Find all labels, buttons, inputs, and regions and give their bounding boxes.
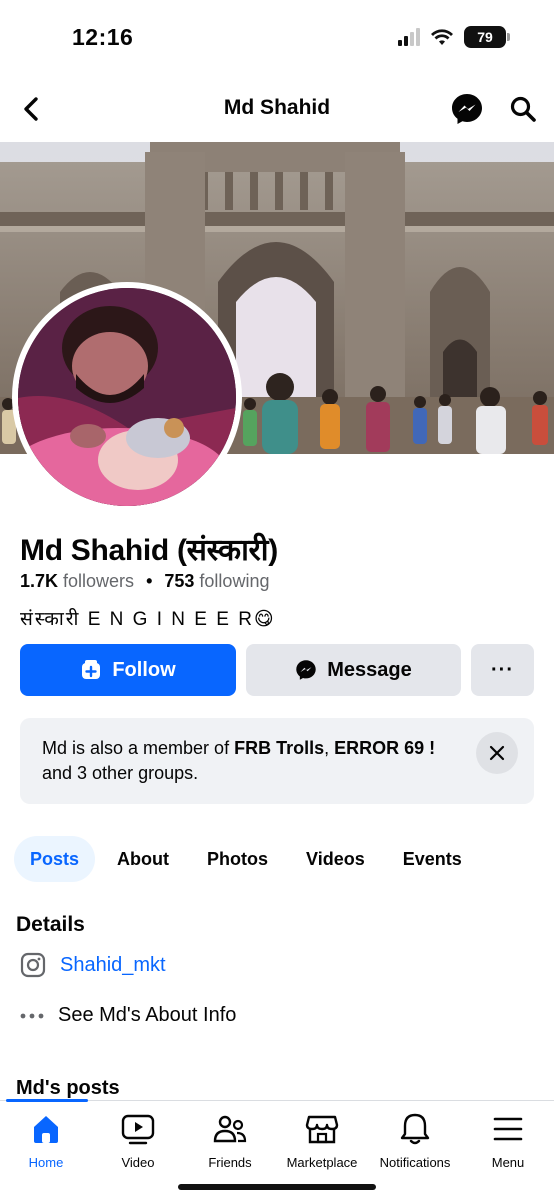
messenger-icon: [296, 660, 316, 680]
message-label: Message: [327, 658, 412, 681]
nav-friends-label: Friends: [208, 1155, 252, 1170]
tab-posts[interactable]: Posts: [14, 836, 96, 882]
friends-icon: [212, 1111, 248, 1147]
signal-icon: [398, 28, 420, 46]
group-link-frb-trolls[interactable]: FRB Trolls: [234, 738, 324, 758]
home-indicator: [178, 1184, 376, 1190]
instagram-row[interactable]: Shahid_mkt: [20, 952, 166, 978]
status-bar: 12:16 79: [0, 0, 554, 76]
follow-label: Follow: [112, 658, 176, 681]
search-button[interactable]: [506, 92, 540, 126]
nav-home-label: Home: [28, 1155, 64, 1170]
instagram-handle[interactable]: Shahid_mkt: [60, 954, 166, 977]
profile-name: Md Shahid (संस्कारी): [20, 534, 278, 567]
active-tab-indicator: [6, 1099, 88, 1102]
add-friend-icon: [82, 660, 101, 679]
groups-prefix: Md is also a member of: [42, 738, 235, 758]
bell-icon: [397, 1111, 433, 1147]
followers-label[interactable]: followers: [63, 571, 134, 592]
messenger-icon: [452, 94, 482, 124]
groups-sep: ,: [324, 738, 335, 758]
separator-dot: •: [146, 571, 153, 591]
wifi-icon: [431, 29, 453, 45]
nav-marketplace-label: Marketplace: [286, 1155, 358, 1170]
tab-events[interactable]: Events: [387, 836, 478, 882]
nav-menu-label: Menu: [491, 1155, 525, 1170]
marketplace-icon: [304, 1111, 340, 1147]
about-info-label: See Md's About Info: [58, 1004, 237, 1026]
more-dots-icon: ···: [491, 658, 514, 681]
status-time: 12:16: [72, 24, 134, 50]
video-icon: [120, 1111, 156, 1147]
nav-home[interactable]: Home: [0, 1111, 92, 1170]
following-count[interactable]: 753: [164, 571, 194, 592]
avatar-image: [18, 288, 236, 506]
tab-videos[interactable]: Videos: [290, 836, 381, 882]
group-link-error-69[interactable]: ERROR 69 !: [334, 738, 435, 758]
battery-icon: 79: [464, 26, 510, 48]
groups-text: Md is also a member of FRB Trolls, ERROR…: [42, 736, 462, 786]
groups-suffix: and 3 other groups.: [42, 763, 199, 783]
profile-tabs: Posts About Photos Videos Events: [14, 836, 484, 882]
tab-photos[interactable]: Photos: [191, 836, 284, 882]
nav-notifications[interactable]: Notifications: [369, 1111, 461, 1170]
top-header: Md Shahid: [0, 76, 554, 142]
nav-marketplace[interactable]: Marketplace: [276, 1111, 368, 1170]
home-icon: [28, 1111, 64, 1147]
details-heading: Details: [16, 913, 85, 936]
hamburger-menu-icon: [490, 1111, 526, 1147]
about-info-row[interactable]: See Md's About Info: [20, 1004, 236, 1027]
dismiss-groups-button[interactable]: [476, 732, 518, 774]
more-dots-icon: [20, 1013, 44, 1018]
profile-avatar[interactable]: [12, 282, 242, 512]
nav-friends[interactable]: Friends: [184, 1111, 276, 1170]
groups-card: Md is also a member of FRB Trolls, ERROR…: [20, 718, 534, 804]
tab-about[interactable]: About: [101, 836, 185, 882]
nav-menu[interactable]: Menu: [462, 1111, 554, 1170]
status-icons: 79: [398, 26, 510, 48]
following-label[interactable]: following: [199, 571, 269, 592]
nav-video-label: Video: [121, 1155, 155, 1170]
bottom-nav: Home Video Friends Marketplace Notificat…: [0, 1099, 554, 1200]
instagram-icon: [20, 952, 46, 978]
posts-heading: Md's posts: [16, 1077, 120, 1099]
close-icon: [489, 745, 505, 761]
followers-count[interactable]: 1.7K: [20, 571, 58, 592]
nav-video[interactable]: Video: [92, 1111, 184, 1170]
profile-bio: संस्कारी E N G I N E E R😋: [20, 609, 276, 630]
nav-notifications-label: Notifications: [379, 1155, 451, 1170]
messenger-button[interactable]: [450, 92, 484, 126]
search-icon: [510, 96, 536, 122]
message-button[interactable]: Message: [246, 644, 461, 696]
follow-stats: 1.7K followers • 753 following: [20, 571, 269, 592]
follow-button[interactable]: Follow: [20, 644, 236, 696]
more-options-button[interactable]: ···: [471, 644, 534, 696]
